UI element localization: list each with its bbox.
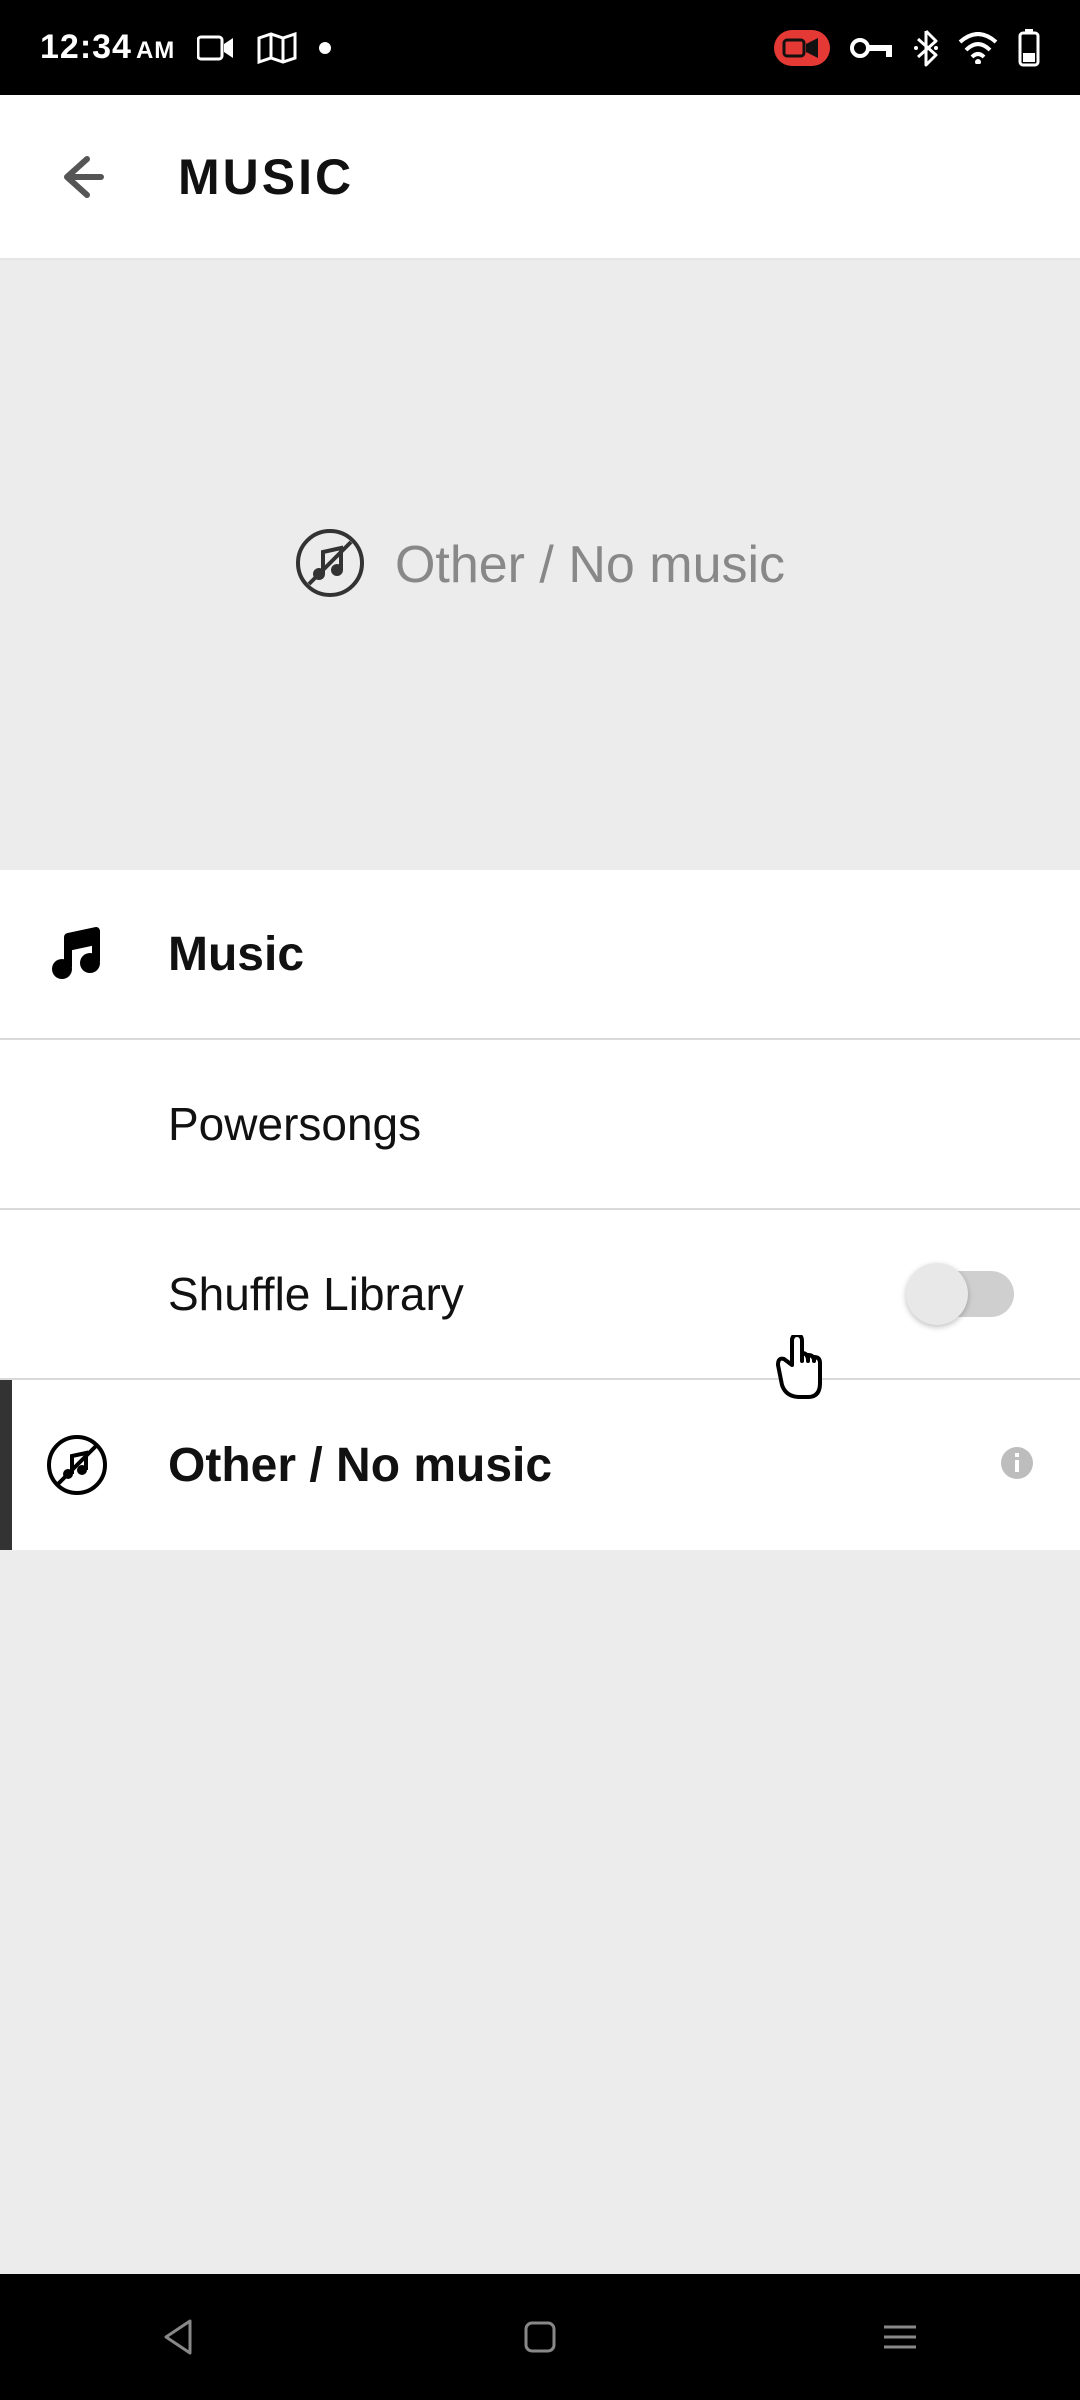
row-other-label: Other / No music: [168, 1438, 978, 1493]
empty-area: [0, 1550, 1080, 2400]
page-title: MUSIC: [178, 148, 354, 206]
row-other-no-music[interactable]: Other / No music: [0, 1380, 1080, 1550]
row-music-label: Music: [168, 927, 1034, 982]
recents-icon: [880, 2321, 920, 2353]
music-options-list: Music Powersongs Shuffle Library Other /…: [0, 870, 1080, 1550]
shuffle-toggle[interactable]: [910, 1271, 1014, 1317]
status-time: 12:34AM: [40, 28, 175, 67]
system-nav-bar: [0, 2274, 1080, 2400]
map-icon: [257, 32, 297, 64]
status-dot-icon: [319, 42, 331, 54]
video-icon: [197, 34, 235, 62]
arrow-left-icon: [53, 149, 109, 205]
status-time-value: 12:34: [40, 28, 132, 66]
screen-record-icon: [774, 30, 830, 66]
status-right: [774, 29, 1040, 67]
toggle-knob: [906, 1263, 968, 1325]
wifi-icon: [958, 32, 998, 64]
row-shuffle-library[interactable]: Shuffle Library: [0, 1210, 1080, 1380]
row-powersongs[interactable]: Powersongs: [0, 1040, 1080, 1210]
current-selection-label: Other / No music: [395, 535, 785, 595]
status-left: 12:34AM: [40, 28, 331, 67]
square-home-icon: [522, 2319, 558, 2355]
triangle-back-icon: [160, 2317, 200, 2357]
row-shuffle-label: Shuffle Library: [168, 1267, 910, 1321]
back-button[interactable]: [46, 142, 116, 212]
status-ampm: AM: [136, 37, 175, 64]
app-bar: MUSIC: [0, 95, 1080, 260]
vpn-key-icon: [850, 36, 894, 60]
nav-home-button[interactable]: [490, 2297, 590, 2377]
nav-recents-button[interactable]: [850, 2297, 950, 2377]
nav-back-button[interactable]: [130, 2297, 230, 2377]
row-music[interactable]: Music: [0, 870, 1080, 1040]
battery-icon: [1018, 29, 1040, 67]
current-selection-hero: Other / No music: [0, 260, 1080, 870]
bluetooth-icon: [914, 29, 938, 67]
no-music-icon: [46, 1434, 168, 1496]
row-powersongs-label: Powersongs: [168, 1097, 1034, 1151]
info-icon[interactable]: [1000, 1446, 1034, 1485]
status-bar: 12:34AM: [0, 0, 1080, 95]
no-music-icon: [295, 528, 365, 603]
music-note-icon: [46, 923, 168, 985]
